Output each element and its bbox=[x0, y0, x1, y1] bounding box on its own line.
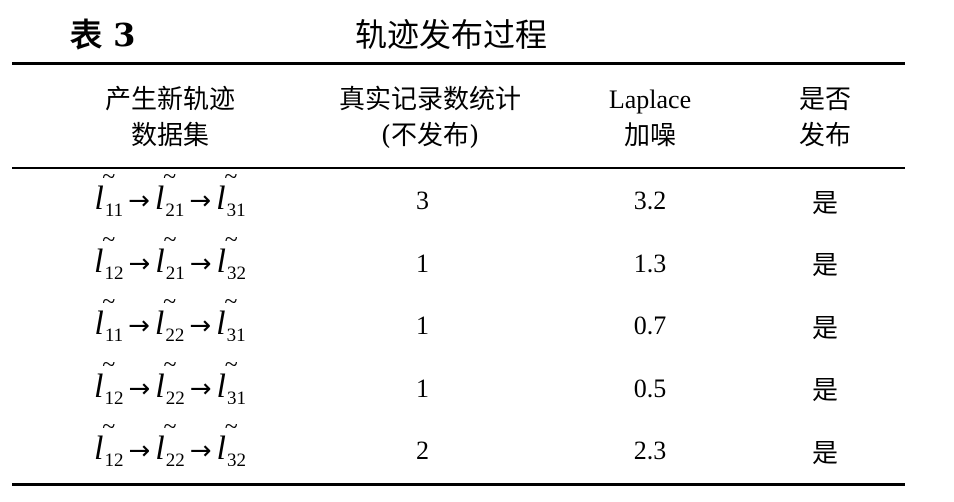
location-symbol: l ~12 bbox=[94, 414, 124, 472]
location-subscript: 22 bbox=[165, 450, 185, 472]
header-new-trajectory-dataset: 产生新轨迹 数据集 bbox=[104, 85, 235, 151]
tilde-accent: ~ bbox=[102, 351, 116, 378]
location-subscript: 12 bbox=[104, 262, 124, 284]
location-symbol: l ~22 bbox=[154, 289, 185, 347]
tilde-accent: ~ bbox=[224, 351, 238, 378]
location-symbol: l ~22 bbox=[155, 351, 185, 409]
location-subscript: 31 bbox=[226, 200, 246, 221]
laplace-cell: 0.5 bbox=[633, 373, 667, 403]
publish-cell: 是 bbox=[811, 438, 838, 469]
table-title: 轨迹发布过程 bbox=[355, 16, 548, 54]
bottom-rule bbox=[12, 483, 905, 486]
trajectory-cell: l ~12 → l ~22 → l ~32 bbox=[45, 414, 295, 482]
tilde-accent: ~ bbox=[102, 289, 116, 316]
location-symbol: l ~31 bbox=[216, 351, 246, 409]
trajectory-cell: l ~11 → l ~22 → l ~31 bbox=[45, 289, 295, 357]
location-symbol: l ~21 bbox=[155, 226, 185, 284]
location-symbol: l ~11 bbox=[94, 289, 124, 347]
location-subscript: 31 bbox=[226, 325, 246, 347]
trajectory-formula: l ~12 → l ~21 → l ~32 bbox=[94, 226, 246, 284]
location-symbol: l ~31 bbox=[216, 164, 246, 221]
tilde-accent: ~ bbox=[102, 164, 116, 190]
location-subscript: 12 bbox=[104, 450, 124, 472]
count-cell: 1 bbox=[416, 373, 429, 403]
tilde-accent: ~ bbox=[224, 164, 238, 190]
table-number: 表 3 bbox=[70, 16, 136, 54]
location-symbol: l ~22 bbox=[155, 414, 185, 472]
tilde-accent: ~ bbox=[102, 414, 116, 441]
location-subscript: 22 bbox=[165, 325, 185, 347]
header-laplace-noise: Laplace 加噪 bbox=[608, 85, 692, 151]
location-symbol: l ~11 bbox=[94, 164, 124, 221]
arrow-right-icon: → bbox=[128, 248, 151, 279]
laplace-cell: 2.3 bbox=[633, 436, 667, 466]
table-caption: 表 3 轨迹发布过程 bbox=[0, 0, 954, 62]
trajectory-formula: l ~12 → l ~22 → l ~32 bbox=[94, 414, 246, 472]
table-row: l ~11 → l ~21 → l ~31 3 3.2 是 bbox=[0, 164, 954, 232]
location-subscript: 21 bbox=[165, 262, 185, 284]
location-symbol: l ~32 bbox=[216, 414, 246, 472]
count-cell: 1 bbox=[416, 311, 429, 341]
laplace-cell: 0.7 bbox=[633, 311, 667, 341]
arrow-right-icon: → bbox=[189, 186, 212, 216]
header-publish: 是否 发布 bbox=[798, 85, 851, 151]
location-subscript: 12 bbox=[104, 387, 124, 409]
laplace-cell: 1.3 bbox=[633, 248, 667, 278]
publish-cell: 是 bbox=[811, 251, 838, 282]
location-symbol: l ~12 bbox=[94, 226, 124, 284]
location-subscript: 11 bbox=[104, 200, 124, 221]
count-cell: 3 bbox=[416, 186, 429, 215]
table-row: l ~12 → l ~21 → l ~32 1 1.3 是 bbox=[0, 226, 954, 295]
top-rule bbox=[12, 62, 905, 65]
arrow-right-icon: → bbox=[128, 373, 151, 404]
location-symbol: l ~31 bbox=[216, 289, 246, 347]
tilde-accent: ~ bbox=[224, 226, 238, 253]
count-cell: 2 bbox=[416, 436, 429, 466]
arrow-right-icon: → bbox=[189, 436, 212, 467]
publish-cell: 是 bbox=[811, 376, 838, 407]
tilde-accent: ~ bbox=[163, 226, 177, 253]
publish-cell: 是 bbox=[811, 313, 838, 344]
arrow-right-icon: → bbox=[128, 311, 150, 342]
location-subscript: 32 bbox=[226, 450, 246, 472]
table-row: l ~11 → l ~22 → l ~31 1 0.7 是 bbox=[0, 289, 954, 357]
trajectory-cell: l ~12 → l ~22 → l ~31 bbox=[45, 351, 295, 420]
arrow-right-icon: → bbox=[189, 373, 212, 404]
trajectory-formula: l ~11 → l ~22 → l ~31 bbox=[94, 289, 246, 347]
trajectory-cell: l ~12 → l ~21 → l ~32 bbox=[45, 226, 295, 295]
location-subscript: 11 bbox=[104, 325, 124, 347]
tilde-accent: ~ bbox=[163, 164, 177, 190]
table-row: l ~12 → l ~22 → l ~32 2 2.3 是 bbox=[0, 414, 954, 482]
location-subscript: 21 bbox=[165, 200, 185, 221]
arrow-right-icon: → bbox=[189, 311, 212, 342]
trajectory-formula: l ~12 → l ~22 → l ~31 bbox=[94, 351, 246, 409]
location-subscript: 32 bbox=[226, 262, 246, 284]
trajectory-cell: l ~11 → l ~21 → l ~31 bbox=[45, 164, 295, 232]
tilde-accent: ~ bbox=[224, 414, 238, 441]
count-cell: 1 bbox=[416, 248, 429, 278]
trajectory-formula: l ~11 → l ~21 → l ~31 bbox=[94, 164, 246, 221]
arrow-right-icon: → bbox=[189, 248, 212, 279]
publish-cell: 是 bbox=[811, 188, 838, 219]
tilde-accent: ~ bbox=[163, 289, 177, 316]
tilde-accent: ~ bbox=[163, 414, 177, 441]
location-subscript: 22 bbox=[165, 387, 185, 409]
location-symbol: l ~32 bbox=[216, 226, 246, 284]
table-row: l ~12 → l ~22 → l ~31 1 0.5 是 bbox=[0, 351, 954, 420]
tilde-accent: ~ bbox=[224, 289, 238, 316]
arrow-right-icon: → bbox=[128, 186, 150, 216]
location-symbol: l ~21 bbox=[154, 164, 185, 221]
arrow-right-icon: → bbox=[128, 436, 151, 467]
header-true-count: 真实记录数统计 (不发布) bbox=[338, 85, 521, 151]
location-subscript: 31 bbox=[226, 387, 246, 409]
header-rule bbox=[12, 167, 905, 169]
location-symbol: l ~12 bbox=[94, 351, 124, 409]
tilde-accent: ~ bbox=[102, 226, 116, 253]
laplace-cell: 3.2 bbox=[633, 186, 667, 215]
tilde-accent: ~ bbox=[163, 351, 177, 378]
